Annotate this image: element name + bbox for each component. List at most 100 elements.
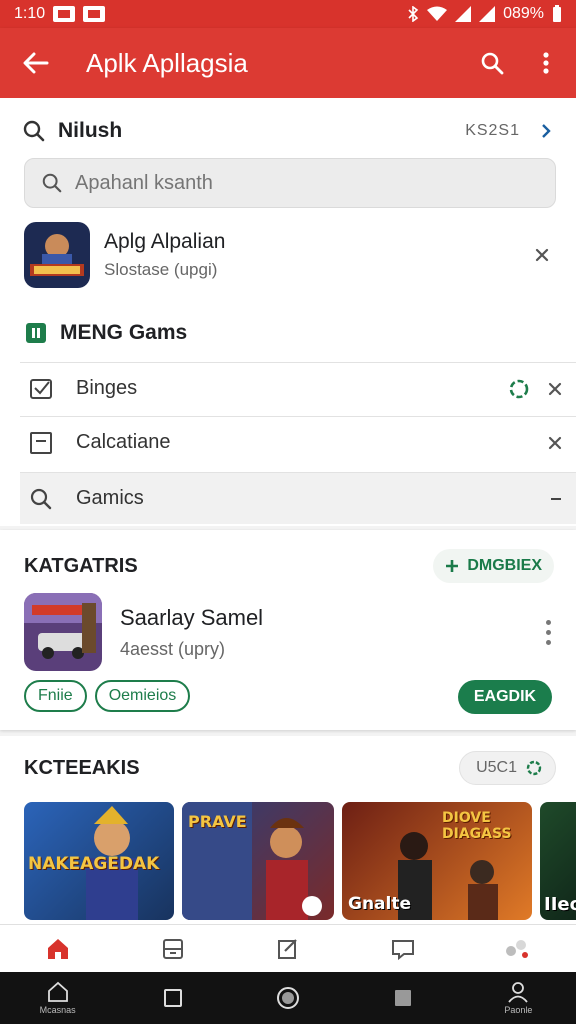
plus-icon: [446, 560, 459, 572]
page-title: Aplk Apllagsia: [86, 47, 248, 78]
nav-more[interactable]: [498, 929, 538, 969]
app-bar: Aplk Apllagsia: [0, 28, 576, 98]
archive-icon: [162, 938, 183, 959]
square-icon: [163, 989, 182, 1007]
search-icon: [481, 52, 504, 75]
system-home-label: Mcasnas: [39, 1005, 76, 1015]
signal-icon: [455, 6, 472, 22]
person-icon: [508, 982, 529, 1003]
settings-icon: [526, 760, 542, 776]
battery-icon: [553, 5, 561, 22]
notification-icon: [53, 6, 76, 22]
recent-search-item[interactable]: Aplg Alpalian Slostase (upgi): [24, 222, 556, 288]
featured-card: KCTEEAKIS U5C1 NAKEAGEDAK PRAVE DIOVE DI…: [0, 736, 576, 924]
system-assistant-button[interactable]: [258, 972, 318, 1024]
check-square-icon: [24, 372, 58, 406]
search-header-meta: KS2S1: [465, 122, 520, 139]
menu-section-header: MENG Gams: [26, 318, 187, 348]
system-recents-button[interactable]: [143, 972, 203, 1024]
more-vert-icon[interactable]: [540, 612, 556, 652]
system-home-button[interactable]: Mcasnas: [28, 972, 88, 1024]
menu-item-label: Calcatiane: [76, 431, 171, 453]
game-name: Saarlay Samel: [120, 604, 264, 630]
back-button[interactable]: [12, 39, 60, 87]
edit-icon: [277, 938, 297, 959]
app-thumbnail: [24, 222, 90, 288]
menu-item-label: Gamics: [76, 487, 144, 509]
menu-item-label: Binges: [76, 377, 138, 399]
circle-icon: [276, 987, 299, 1009]
search-button[interactable]: [472, 43, 512, 83]
close-icon[interactable]: [548, 382, 562, 396]
game-list-item[interactable]: Saarlay Samel 4aesst (upry): [24, 592, 556, 672]
system-navigation: Mcasnas Paonle: [0, 972, 576, 1024]
battery-percent: 089%: [503, 5, 544, 22]
signal-icon: [479, 6, 496, 22]
menu-item-calcatiane[interactable]: Calcatiane: [20, 416, 576, 468]
categories-card: KATGATRIS DMGBIEX Saarlay Samel 4aesst (…: [0, 530, 576, 730]
system-back-button[interactable]: [373, 972, 433, 1024]
system-profile-label: Paonle: [504, 1005, 533, 1015]
game-subtitle: 4aesst (upry): [120, 638, 226, 659]
sync-icon[interactable]: [508, 378, 530, 400]
nav-library[interactable]: [153, 929, 193, 969]
home-outline-icon: [47, 981, 68, 1002]
home-icon: [47, 938, 68, 959]
chip-group: Fniie Oemieios: [24, 680, 191, 712]
banner-title: NAKEAGEDAK: [28, 854, 160, 874]
nav-messages[interactable]: [383, 929, 423, 969]
banner-title: IIeo: [544, 894, 576, 915]
categories-add-label: DMGBIEX: [467, 557, 542, 574]
status-bar: 1:10 089%: [0, 0, 576, 28]
bluetooth-icon: [408, 6, 419, 22]
banner-title: PRAVE: [188, 812, 247, 831]
nav-home[interactable]: [38, 929, 78, 969]
system-profile-button[interactable]: Paonle: [488, 972, 548, 1024]
menu-item-binges[interactable]: Binges: [20, 362, 576, 414]
search-header-label: Nilush: [58, 119, 123, 142]
remove-button[interactable]: [528, 241, 556, 269]
recent-item-subtitle: Slostase (upgi): [104, 260, 218, 279]
featured-title: KCTEEAKIS: [24, 756, 140, 779]
square-filled-icon: [395, 990, 412, 1006]
wifi-icon: [427, 6, 448, 21]
featured-banner[interactable]: PRAVE: [182, 802, 334, 920]
game-thumbnail: [24, 593, 102, 671]
banner-title: DIOVE DIAGASS: [442, 810, 512, 842]
menu-section-label: MENG Gams: [60, 321, 188, 344]
message-icon: [392, 939, 415, 960]
featured-banner[interactable]: NAKEAGEDAK: [24, 802, 174, 920]
categories-add-button[interactable]: DMGBIEX: [433, 549, 554, 583]
search-panel: Nilush KS2S1 Aplg Alpalian Slostase (upg…: [0, 98, 576, 526]
search-header[interactable]: Nilush KS2S1: [22, 114, 556, 148]
featured-carousel[interactable]: NAKEAGEDAK PRAVE DIOVE DIAGASS Gnalte II…: [24, 802, 576, 920]
chip[interactable]: Oemieios: [94, 680, 191, 712]
overflow-menu-button[interactable]: [526, 43, 566, 83]
featured-filter-button[interactable]: U5C1: [459, 751, 556, 785]
share-icon: [506, 939, 529, 958]
search-icon: [24, 482, 58, 516]
featured-banner[interactable]: IIeo: [540, 802, 576, 920]
chevron-right-icon[interactable]: [536, 121, 556, 141]
chip[interactable]: Fniie: [24, 680, 87, 712]
install-button[interactable]: EAGDIK: [458, 680, 552, 714]
search-input[interactable]: [75, 171, 495, 195]
search-icon: [42, 173, 62, 193]
search-icon: [23, 120, 45, 142]
arrow-left-icon: [23, 52, 49, 74]
nav-edit[interactable]: [268, 929, 308, 969]
menu-item-gamics[interactable]: Gamics: [20, 472, 576, 524]
recent-item-name: Aplg Alpalian: [104, 230, 226, 253]
categories-title: KATGATRIS: [24, 554, 138, 577]
featured-banner[interactable]: DIOVE DIAGASS Gnalte: [342, 802, 532, 920]
close-icon: [535, 248, 549, 262]
minus-square-icon: [24, 426, 58, 460]
more-vert-icon: [543, 52, 549, 74]
notification-icon: [83, 6, 106, 22]
search-field[interactable]: [24, 158, 556, 208]
status-time: 1:10: [14, 5, 46, 22]
banner-title: Gnalte: [348, 894, 412, 914]
games-badge-icon: [26, 323, 46, 343]
minus-icon[interactable]: [550, 497, 562, 501]
close-icon[interactable]: [548, 436, 562, 450]
